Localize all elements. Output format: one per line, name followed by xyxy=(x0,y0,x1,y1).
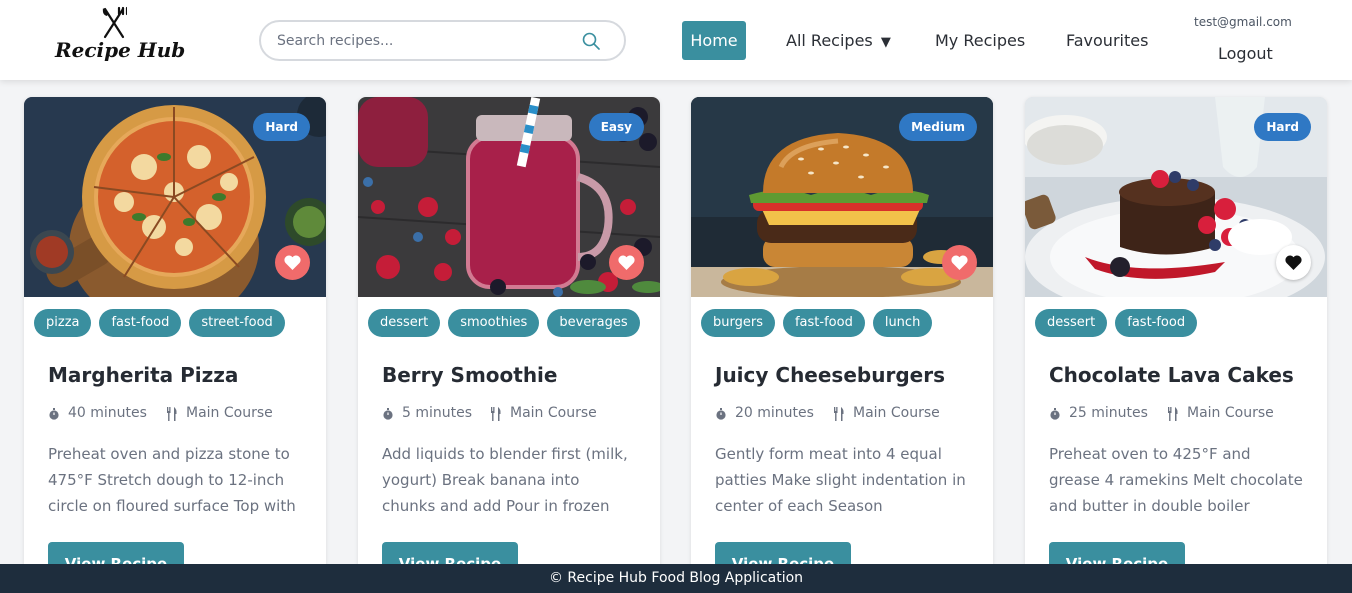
recipe-image[interactable]: Medium xyxy=(691,97,993,297)
recipe-title[interactable]: Margherita Pizza xyxy=(48,363,318,387)
nav-my-recipes-link[interactable]: My Recipes xyxy=(935,21,1025,60)
search-input[interactable] xyxy=(277,31,577,51)
nav-all-recipes-label: All Recipes xyxy=(786,31,873,50)
course-type: Main Course xyxy=(1187,405,1274,421)
recipe-image[interactable]: Hard xyxy=(1025,97,1327,297)
favourite-button[interactable] xyxy=(1276,245,1311,280)
tag-list: pizza fast-food street-food xyxy=(34,309,324,339)
recipe-meta: 20 minutes Main Course xyxy=(715,405,985,425)
nav-favourites-link[interactable]: Favourites xyxy=(1066,21,1148,60)
recipe-meta: 40 minutes Main Course xyxy=(48,405,318,425)
recipe-image[interactable]: Easy xyxy=(358,97,660,297)
utensils-icon xyxy=(167,407,177,421)
course-type: Main Course xyxy=(186,405,273,421)
favourite-button[interactable] xyxy=(609,245,644,280)
recipe-title[interactable]: Chocolate Lava Cakes xyxy=(1049,363,1319,387)
utensils-icon xyxy=(1168,407,1178,421)
footer: © Recipe Hub Food Blog Application xyxy=(0,564,1352,593)
stopwatch-icon xyxy=(716,408,726,420)
cook-time: 20 minutes xyxy=(735,405,814,421)
cook-time: 25 minutes xyxy=(1069,405,1148,421)
fork-knife-icon xyxy=(102,6,127,39)
difficulty-badge: Medium xyxy=(899,113,977,141)
recipe-description: Gently form meat into 4 equal patties Ma… xyxy=(715,445,966,515)
difficulty-badge: Hard xyxy=(1254,113,1311,141)
course-type: Main Course xyxy=(510,405,597,421)
tag[interactable]: fast-food xyxy=(1115,309,1198,337)
recipe-image[interactable]: Hard xyxy=(24,97,326,297)
difficulty-badge: Easy xyxy=(588,113,644,141)
logout-button[interactable]: Logout xyxy=(1218,44,1273,63)
recipe-card: Easy dessert smoothies beverages Berry S… xyxy=(358,97,660,577)
tag-list: burgers fast-food lunch xyxy=(701,309,991,339)
cook-time: 5 minutes xyxy=(402,405,473,421)
heart-icon xyxy=(1285,255,1302,270)
recipe-meta: 25 minutes Main Course xyxy=(1049,405,1319,425)
footer-text: © Recipe Hub Food Blog Application xyxy=(548,570,804,586)
tag[interactable]: beverages xyxy=(547,309,640,337)
utensils-icon xyxy=(491,407,501,421)
tag-list: dessert smoothies beverages xyxy=(368,309,658,339)
difficulty-badge: Hard xyxy=(253,113,310,141)
recipe-card: Medium burgers fast-food lunch Juicy Che… xyxy=(691,97,993,577)
tag[interactable]: dessert xyxy=(368,309,441,337)
user-email: test@gmail.com xyxy=(1194,15,1292,29)
cook-time: 40 minutes xyxy=(68,405,147,421)
tag[interactable]: fast-food xyxy=(782,309,865,337)
recipe-card: Hard pizza fast-food street-food Margher… xyxy=(24,97,326,577)
tag[interactable]: lunch xyxy=(872,309,933,337)
heart-icon xyxy=(618,255,635,270)
tag[interactable]: pizza xyxy=(34,309,92,337)
stopwatch-icon xyxy=(383,408,393,420)
logo-text: Recipe Hub xyxy=(55,38,186,62)
tag[interactable]: street-food xyxy=(189,309,285,337)
recipe-meta: 5 minutes Main Course xyxy=(382,405,652,425)
utensils-icon xyxy=(834,407,844,421)
caret-down-icon: ▼ xyxy=(880,35,891,50)
tag[interactable]: smoothies xyxy=(448,309,540,337)
navbar: Recipe Hub Home All Recipes ▼ My Recipes… xyxy=(0,0,1352,80)
heart-icon xyxy=(284,255,301,270)
tag[interactable]: dessert xyxy=(1035,309,1108,337)
search-icon[interactable] xyxy=(582,32,600,50)
recipe-description: Preheat oven to 425°F and grease 4 ramek… xyxy=(1049,445,1303,515)
favourite-button[interactable] xyxy=(942,245,977,280)
recipe-title[interactable]: Berry Smoothie xyxy=(382,363,652,387)
tag[interactable]: fast-food xyxy=(99,309,182,337)
tag[interactable]: burgers xyxy=(701,309,775,337)
nav-all-recipes-dropdown[interactable]: All Recipes ▼ xyxy=(786,21,891,60)
stopwatch-icon xyxy=(1050,408,1060,420)
stopwatch-icon xyxy=(49,408,59,420)
recipe-card: Hard dessert fast-food Chocolate Lava Ca… xyxy=(1025,97,1327,577)
recipe-description: Add liquids to blender first (milk, yogu… xyxy=(382,445,628,515)
tag-list: dessert fast-food xyxy=(1035,309,1325,339)
recipe-title[interactable]: Juicy Cheeseburgers xyxy=(715,363,985,387)
heart-icon xyxy=(951,255,968,270)
nav-home-link[interactable]: Home xyxy=(682,21,746,60)
search-box xyxy=(259,20,626,61)
course-type: Main Course xyxy=(853,405,940,421)
recipe-description: Preheat oven and pizza stone to 475°F St… xyxy=(48,445,296,515)
favourite-button[interactable] xyxy=(275,245,310,280)
logo[interactable]: Recipe Hub xyxy=(55,6,186,66)
